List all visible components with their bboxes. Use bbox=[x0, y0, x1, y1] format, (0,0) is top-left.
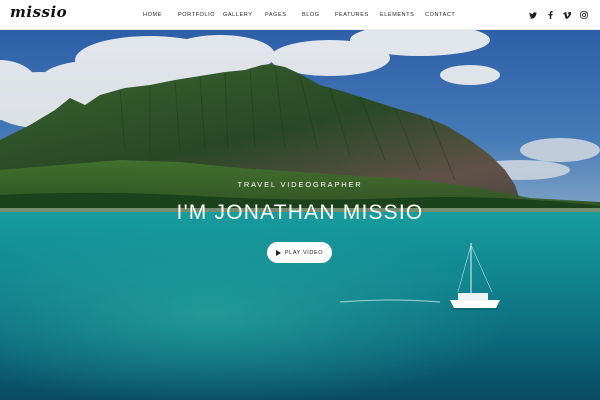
play-icon bbox=[275, 249, 281, 256]
site-header: missio HOME PORTFOLIO GALLERY PAGES BLOG… bbox=[0, 0, 600, 30]
nav-item-features[interactable]: FEATURES bbox=[335, 12, 369, 18]
brand-logo[interactable]: missio bbox=[10, 3, 67, 21]
social-links bbox=[529, 0, 588, 30]
play-video-button[interactable]: PLAY VIDEO bbox=[267, 242, 332, 263]
instagram-icon[interactable] bbox=[580, 11, 588, 19]
nav-item-blog[interactable]: BLOG bbox=[302, 12, 320, 18]
vimeo-icon[interactable] bbox=[563, 11, 571, 19]
play-video-label: PLAY VIDEO bbox=[284, 249, 324, 256]
hero-section: TRAVEL VIDEOGRAPHER I'M JONATHAN MISSIO … bbox=[0, 30, 600, 400]
nav-item-gallery[interactable]: GALLERY bbox=[223, 12, 252, 18]
nav-item-portfolio[interactable]: PORTFOLIO bbox=[178, 12, 215, 18]
hero-title: I'M JONATHAN MISSIO bbox=[176, 201, 424, 224]
nav-item-pages[interactable]: PAGES bbox=[265, 12, 287, 18]
nav-item-contact[interactable]: CONTACT bbox=[425, 12, 455, 18]
twitter-icon[interactable] bbox=[529, 11, 537, 19]
nav-item-home[interactable]: HOME bbox=[143, 12, 162, 18]
hero-tagline: TRAVEL VIDEOGRAPHER bbox=[237, 180, 363, 189]
facebook-icon[interactable] bbox=[546, 11, 554, 19]
nav-item-elements[interactable]: ELEMENTS bbox=[380, 12, 414, 18]
